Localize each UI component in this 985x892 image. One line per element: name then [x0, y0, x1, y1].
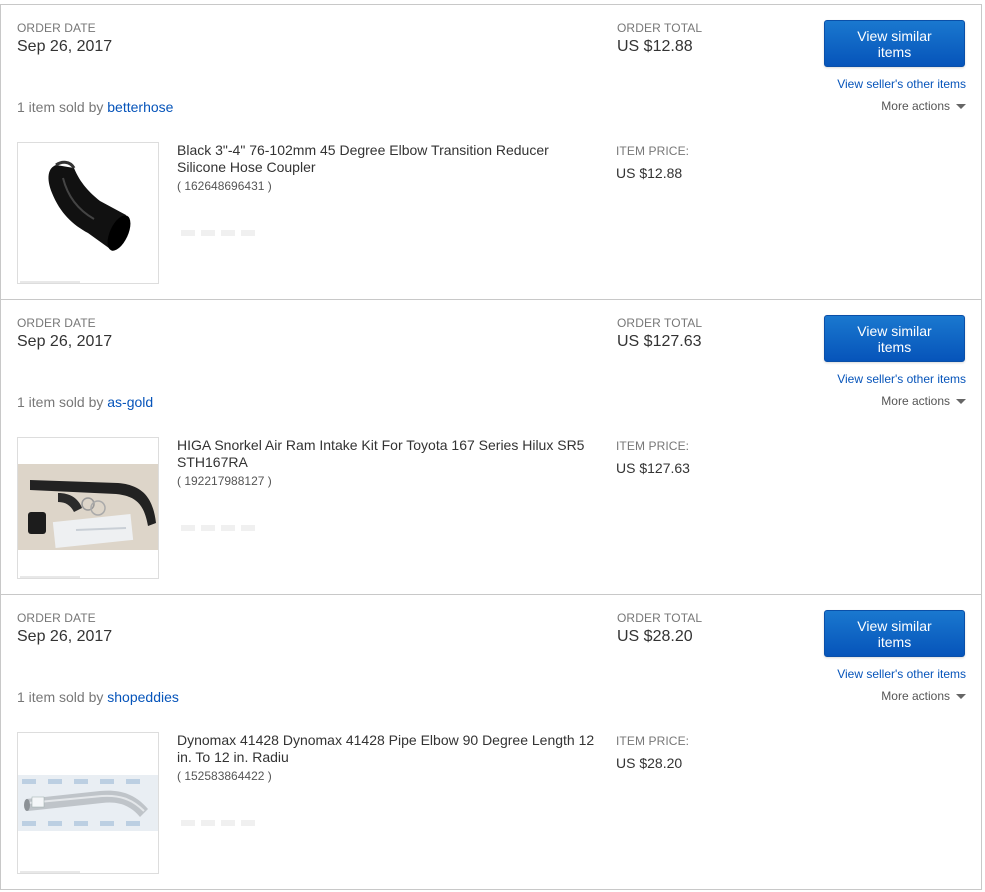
item-thumbnail[interactable] — [17, 732, 159, 874]
item-title-link[interactable]: Dynomax 41428 Dynomax 41428 Pipe Elbow 9… — [177, 732, 597, 766]
order-card: ORDER DATE Sep 26, 2017 ORDER TOTAL US $… — [1, 595, 981, 890]
order-date: Sep 26, 2017 — [17, 333, 113, 350]
item-title-link[interactable]: HIGA Snorkel Air Ram Intake Kit For Toyo… — [177, 437, 597, 471]
faded-placeholder — [181, 230, 256, 236]
order-total-label: ORDER TOTAL — [617, 21, 703, 35]
faded-placeholder — [181, 525, 256, 531]
caret-down-icon — [956, 398, 966, 404]
order-card: ORDER DATE Sep 26, 2017 ORDER TOTAL US $… — [1, 5, 981, 300]
view-similar-items-label: View similar items — [857, 322, 932, 355]
sold-by-prefix: 1 item sold by — [17, 99, 104, 115]
sold-by-line: 1 item sold by shopeddies — [17, 689, 179, 705]
item-price-label: ITEM PRICE: — [616, 144, 690, 158]
view-seller-other-items-link[interactable]: View seller's other items — [837, 372, 966, 386]
item-title-link[interactable]: Black 3"-4" 76-102mm 45 Degree Elbow Tra… — [177, 142, 597, 176]
order-total-label: ORDER TOTAL — [617, 611, 703, 625]
orders-list: ORDER DATE Sep 26, 2017 ORDER TOTAL US $… — [0, 4, 982, 890]
seller-link[interactable]: as-gold — [107, 394, 153, 410]
seller-link[interactable]: betterhose — [107, 99, 173, 115]
item-price-label: ITEM PRICE: — [616, 734, 690, 748]
more-actions-dropdown[interactable]: More actions — [881, 99, 966, 113]
more-actions-dropdown[interactable]: More actions — [881, 689, 966, 703]
view-seller-other-items-link[interactable]: View seller's other items — [837, 667, 966, 681]
order-date: Sep 26, 2017 — [17, 628, 113, 645]
pipe-elbow-photo-icon — [18, 775, 158, 831]
order-total-label: ORDER TOTAL — [617, 316, 703, 330]
faded-placeholder — [181, 820, 256, 826]
item-price-label: ITEM PRICE: — [616, 439, 690, 453]
order-total: US $28.20 — [617, 628, 693, 645]
item-price: US $28.20 — [616, 755, 683, 771]
order-date-label: ORDER DATE — [17, 611, 96, 625]
view-similar-items-button[interactable]: View similar items — [824, 315, 965, 362]
sold-by-prefix: 1 item sold by — [17, 689, 104, 705]
order-total: US $12.88 — [617, 38, 693, 55]
caret-down-icon — [956, 103, 966, 109]
item-id: ( 162648696431 ) — [177, 179, 272, 193]
view-similar-items-label: View similar items — [857, 27, 932, 60]
item-price: US $127.63 — [616, 460, 690, 476]
item-id: ( 152583864422 ) — [177, 769, 272, 783]
caret-down-icon — [956, 693, 966, 699]
view-seller-other-items-link[interactable]: View seller's other items — [837, 77, 966, 91]
item-thumbnail[interactable] — [17, 437, 159, 579]
seller-link[interactable]: shopeddies — [107, 689, 179, 705]
silicone-hose-elbow-photo-icon — [48, 160, 131, 251]
view-similar-items-label: View similar items — [857, 617, 932, 650]
sold-by-line: 1 item sold by betterhose — [17, 99, 173, 115]
more-actions-label: More actions — [881, 394, 950, 408]
item-price: US $12.88 — [616, 165, 683, 181]
snorkel-kit-photo-icon — [18, 464, 158, 550]
order-date: Sep 26, 2017 — [17, 38, 113, 55]
item-id: ( 192217988127 ) — [177, 474, 272, 488]
sold-by-line: 1 item sold by as-gold — [17, 394, 153, 410]
order-date-label: ORDER DATE — [17, 21, 96, 35]
more-actions-dropdown[interactable]: More actions — [881, 394, 966, 408]
view-similar-items-button[interactable]: View similar items — [824, 610, 965, 657]
order-total: US $127.63 — [617, 333, 702, 350]
order-card: ORDER DATE Sep 26, 2017 ORDER TOTAL US $… — [1, 300, 981, 595]
order-date-label: ORDER DATE — [17, 316, 96, 330]
more-actions-label: More actions — [881, 99, 950, 113]
more-actions-label: More actions — [881, 689, 950, 703]
view-similar-items-button[interactable]: View similar items — [824, 20, 965, 67]
item-thumbnail[interactable] — [17, 142, 159, 284]
sold-by-prefix: 1 item sold by — [17, 394, 104, 410]
